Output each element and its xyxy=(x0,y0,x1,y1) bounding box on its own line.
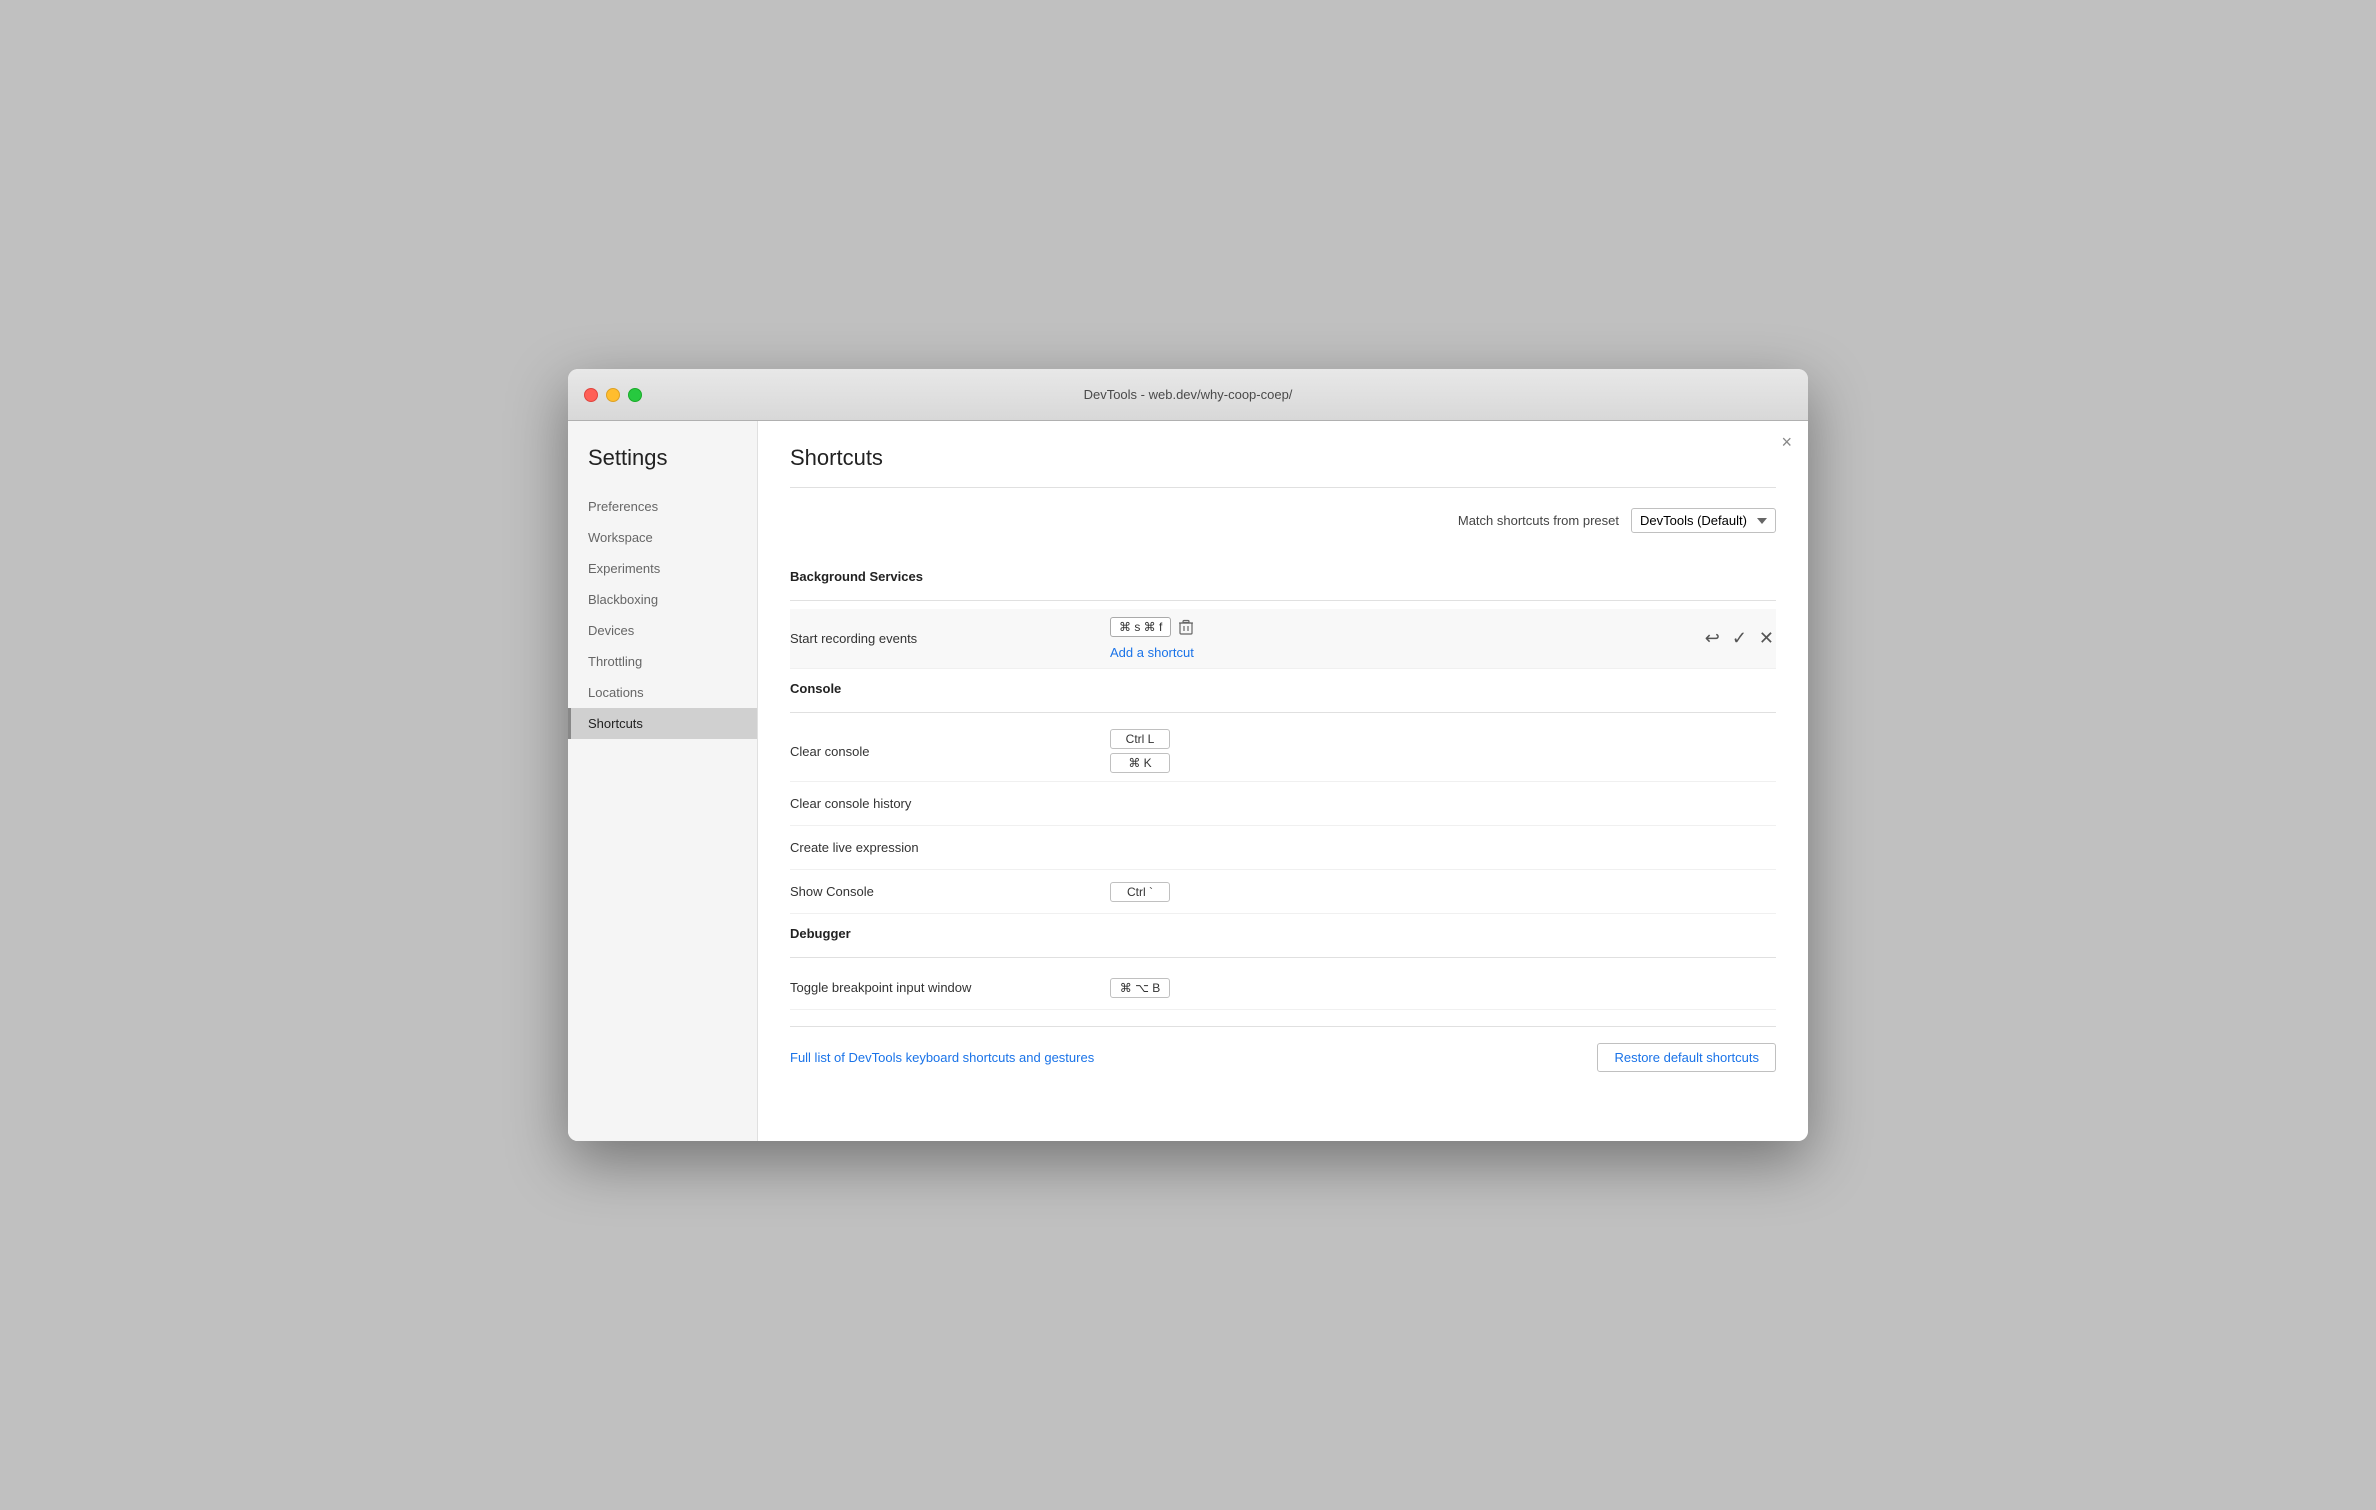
close-icon[interactable]: × xyxy=(1781,433,1792,451)
table-row: Create live expression xyxy=(790,826,1776,870)
key-group: Ctrl L xyxy=(1110,729,1776,749)
sidebar-item-shortcuts[interactable]: Shortcuts xyxy=(568,708,757,739)
window-title: DevTools - web.dev/why-coop-coep/ xyxy=(1084,387,1293,402)
row-controls: ↩ ✓ ✕ xyxy=(1703,626,1776,651)
shortcut-name: Show Console xyxy=(790,884,1110,899)
shortcut-keys: ⌘ ⌥ B xyxy=(1110,978,1776,998)
sidebar: Settings Preferences Workspace Experimen… xyxy=(568,421,758,1141)
table-row: Clear console history xyxy=(790,782,1776,826)
sidebar-item-throttling[interactable]: Throttling xyxy=(568,646,757,677)
shortcut-name: Create live expression xyxy=(790,840,1110,855)
shortcut-name: Clear console xyxy=(790,744,1110,759)
sidebar-item-preferences[interactable]: Preferences xyxy=(568,491,757,522)
key-group: ⌘ K xyxy=(1110,753,1776,773)
key-group: Ctrl ` xyxy=(1110,882,1776,902)
shortcut-name: Start recording events xyxy=(790,631,1110,646)
shortcuts-scroll-area[interactable]: Background Services Start recording even… xyxy=(790,557,1776,1010)
delete-shortcut-icon[interactable] xyxy=(1177,617,1195,637)
key-badge: Ctrl L xyxy=(1110,729,1170,749)
confirm-icon[interactable]: ✓ xyxy=(1730,626,1749,651)
titlebar: DevTools - web.dev/why-coop-coep/ xyxy=(568,369,1808,421)
separator xyxy=(790,957,1776,958)
table-row: Toggle breakpoint input window ⌘ ⌥ B xyxy=(790,966,1776,1010)
shortcut-name: Toggle breakpoint input window xyxy=(790,980,1110,995)
sidebar-title: Settings xyxy=(568,445,757,491)
maximize-button[interactable] xyxy=(628,388,642,402)
preset-label: Match shortcuts from preset xyxy=(1458,513,1619,528)
preset-select[interactable]: DevTools (Default) Visual Studio Code xyxy=(1631,508,1776,533)
footer: Full list of DevTools keyboard shortcuts… xyxy=(790,1026,1776,1080)
table-row: Show Console Ctrl ` xyxy=(790,870,1776,914)
key-group: ⌘ s ⌘ f xyxy=(1110,617,1703,637)
separator xyxy=(790,600,1776,601)
page-title: Shortcuts xyxy=(790,445,1776,488)
close-button[interactable] xyxy=(584,388,598,402)
preset-row: Match shortcuts from preset DevTools (De… xyxy=(790,508,1776,533)
sidebar-item-blackboxing[interactable]: Blackboxing xyxy=(568,584,757,615)
sidebar-item-locations[interactable]: Locations xyxy=(568,677,757,708)
minimize-button[interactable] xyxy=(606,388,620,402)
key-badge: ⌘ s ⌘ f xyxy=(1110,617,1171,637)
section-header-console: Console xyxy=(790,669,1776,704)
key-badge: Ctrl ` xyxy=(1110,882,1170,902)
section-header-debugger: Debugger xyxy=(790,914,1776,949)
sidebar-item-workspace[interactable]: Workspace xyxy=(568,522,757,553)
table-row: Start recording events ⌘ s ⌘ f xyxy=(790,609,1776,669)
sidebar-item-experiments[interactable]: Experiments xyxy=(568,553,757,584)
key-badge: ⌘ K xyxy=(1110,753,1170,773)
shortcut-keys: Ctrl ` xyxy=(1110,882,1776,902)
shortcut-name: Clear console history xyxy=(790,796,1110,811)
table-row: Clear console Ctrl L ⌘ K xyxy=(790,721,1776,782)
key-badge: ⌘ ⌥ B xyxy=(1110,978,1170,998)
separator xyxy=(790,712,1776,713)
traffic-lights xyxy=(584,388,642,402)
shortcut-keys: ⌘ s ⌘ f Add a sh xyxy=(1110,617,1703,660)
window-content: Settings Preferences Workspace Experimen… xyxy=(568,421,1808,1141)
section-header-background-services: Background Services xyxy=(790,557,1776,592)
sidebar-item-devices[interactable]: Devices xyxy=(568,615,757,646)
cancel-icon[interactable]: ✕ xyxy=(1757,626,1776,651)
key-group: ⌘ ⌥ B xyxy=(1110,978,1776,998)
add-shortcut-link[interactable]: Add a shortcut xyxy=(1110,645,1703,660)
devtools-window: DevTools - web.dev/why-coop-coep/ Settin… xyxy=(568,369,1808,1141)
undo-icon[interactable]: ↩ xyxy=(1703,626,1722,651)
main-content: × Shortcuts Match shortcuts from preset … xyxy=(758,421,1808,1141)
full-list-link[interactable]: Full list of DevTools keyboard shortcuts… xyxy=(790,1050,1094,1065)
restore-default-shortcuts-button[interactable]: Restore default shortcuts xyxy=(1597,1043,1776,1072)
shortcut-keys: Ctrl L ⌘ K xyxy=(1110,729,1776,773)
